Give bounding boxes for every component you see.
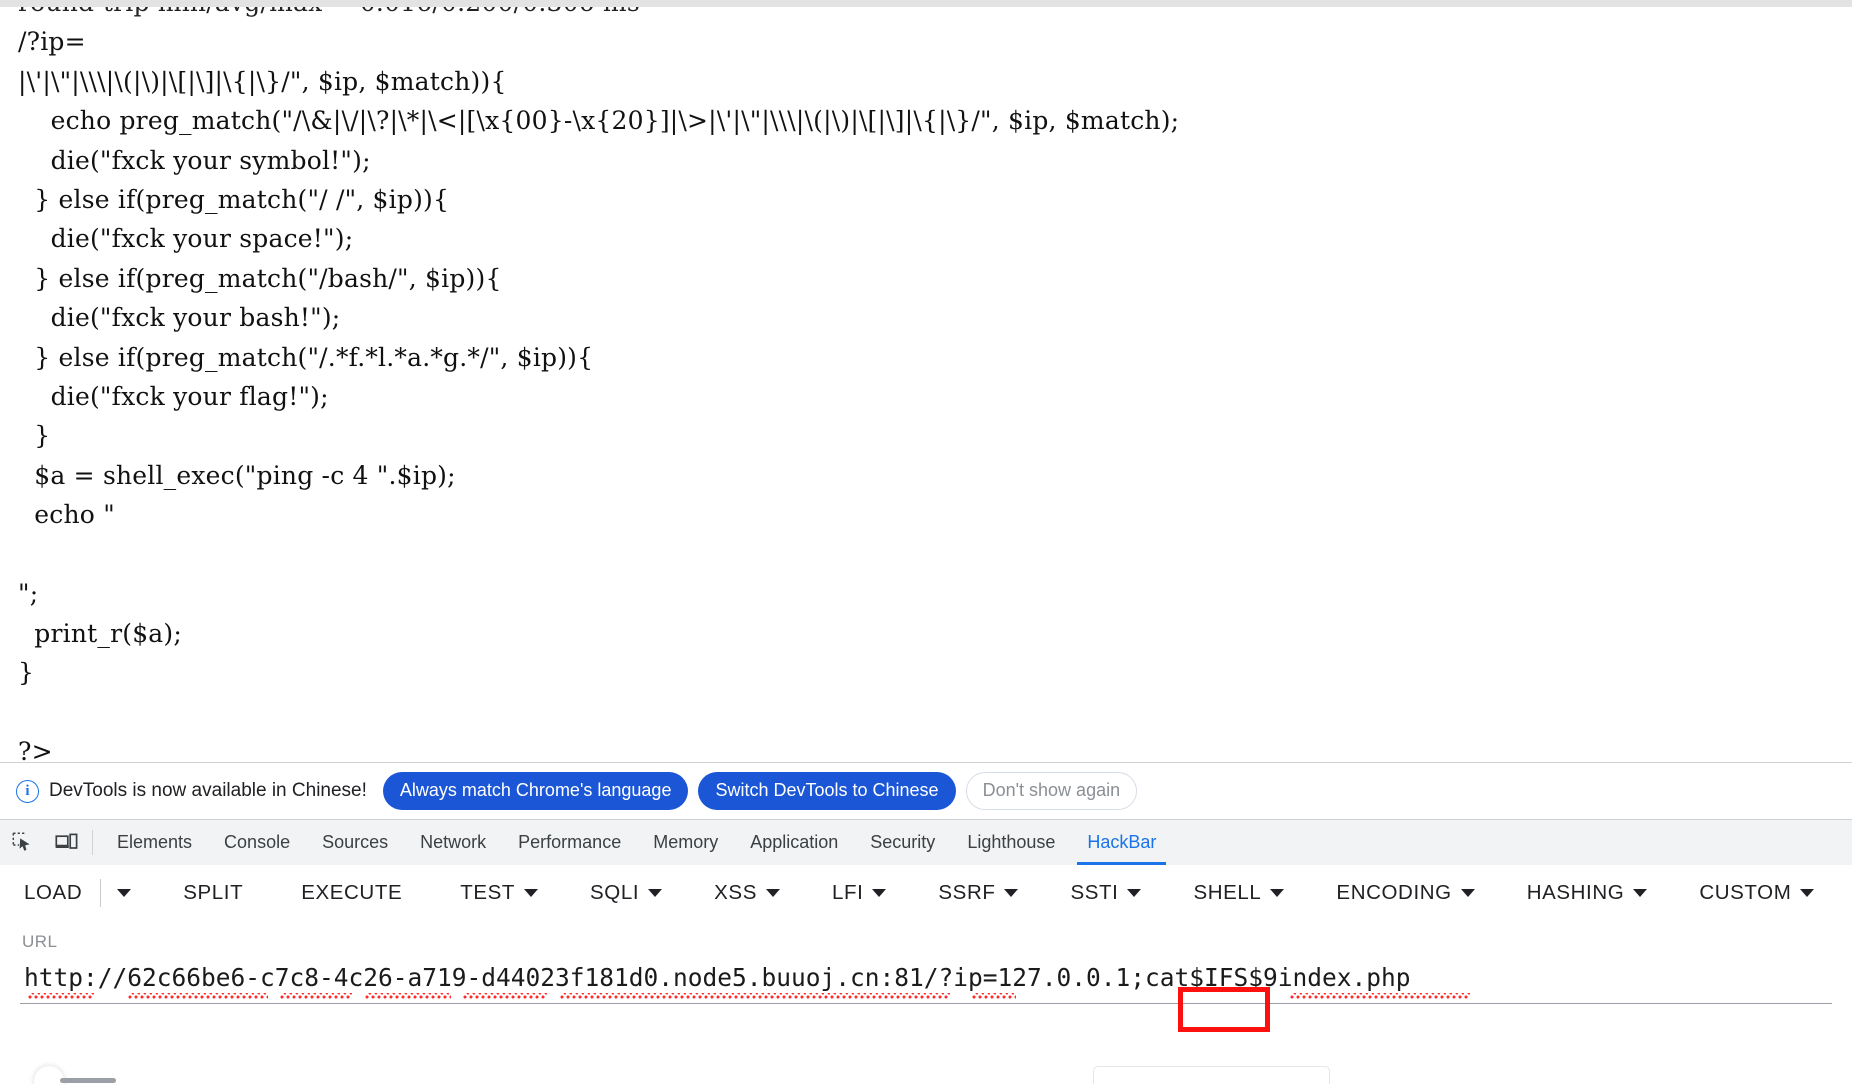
tabbar-divider (92, 830, 93, 855)
php-source-body: /?ip= |\'|\"|\\\|\(|\)|\[|\]|\{|\}/", $i… (18, 27, 1180, 762)
hackbar-xss-menu[interactable]: XSS (712, 877, 782, 909)
page-content-area: round-trip min/avg/max = 0.016/0.200/0.3… (0, 7, 1852, 762)
tab-application[interactable]: Application (734, 820, 854, 865)
tab-network[interactable]: Network (404, 820, 502, 865)
tab-lighthouse[interactable]: Lighthouse (951, 820, 1071, 865)
url-field-label: URL (22, 932, 58, 951)
always-match-chrome-language-button[interactable]: Always match Chrome's language (382, 772, 689, 810)
hackbar-shell-menu[interactable]: SHELL (1191, 877, 1286, 909)
tab-memory[interactable]: Memory (637, 820, 734, 865)
notification-message: DevTools is now available in Chinese! (49, 780, 367, 801)
hackbar-execute-button[interactable]: EXECUTE (299, 877, 404, 909)
switch-devtools-to-chinese-button[interactable]: Switch DevTools to Chinese (698, 772, 956, 810)
device-toolbar-icon[interactable] (44, 820, 88, 865)
hackbar-hashing-menu[interactable]: HASHING (1525, 877, 1650, 909)
bottom-panel-card (1093, 1066, 1330, 1084)
hackbar-sqli-label: SQLI (590, 881, 640, 904)
hackbar-lfi-menu[interactable]: LFI (830, 877, 888, 909)
hackbar-toolbar: LOAD SPLIT EXECUTE TEST SQLI XSS LFI SSR… (0, 865, 1852, 921)
chevron-down-icon (1270, 889, 1285, 897)
chevron-down-icon (1127, 889, 1142, 897)
hackbar-encoding-label: ENCODING (1336, 881, 1452, 904)
chevron-down-icon (1800, 889, 1815, 897)
chevron-down-icon (1460, 889, 1475, 897)
devtools-language-notification: i DevTools is now available in Chinese! … (0, 762, 1852, 819)
hackbar-load-divider (100, 879, 102, 907)
dont-show-again-button[interactable]: Don't show again (965, 772, 1138, 810)
info-icon: i (16, 779, 39, 803)
tab-console[interactable]: Console (208, 820, 306, 865)
url-input[interactable]: http://62c66be6-c7c8-4c26-a719-d44023f18… (20, 957, 1832, 1004)
hackbar-test-menu[interactable]: TEST (458, 877, 540, 909)
hackbar-ssti-label: SSTI (1070, 881, 1119, 904)
hackbar-load-button[interactable]: LOAD (22, 877, 84, 909)
tab-hackbar[interactable]: HackBar (1071, 820, 1172, 865)
partially-visible-bottom-controls (0, 1062, 1852, 1084)
inspect-element-icon[interactable] (0, 820, 44, 865)
hackbar-load-dropdown-button[interactable] (115, 885, 133, 901)
chevron-down-icon (524, 889, 539, 897)
chevron-down-icon (117, 889, 132, 897)
chevron-down-icon (765, 889, 780, 897)
chevron-down-icon (872, 889, 887, 897)
browser-chrome-strip (0, 0, 1852, 7)
hackbar-test-label: TEST (460, 881, 516, 904)
tab-security[interactable]: Security (854, 820, 951, 865)
toggle-switch-track[interactable] (60, 1078, 116, 1083)
hackbar-hashing-label: HASHING (1526, 881, 1625, 904)
truncated-ping-line: round-trip min/avg/max = 0.016/0.200/0.3… (18, 7, 640, 17)
hackbar-split-button[interactable]: SPLIT (181, 877, 245, 909)
chevron-down-icon (1004, 889, 1019, 897)
tab-performance[interactable]: Performance (502, 820, 637, 865)
hackbar-ssti-menu[interactable]: SSTI (1068, 877, 1143, 909)
hackbar-encoding-menu[interactable]: ENCODING (1334, 877, 1476, 909)
hackbar-sqli-menu[interactable]: SQLI (588, 877, 664, 909)
hackbar-xss-label: XSS (714, 881, 757, 904)
hackbar-custom-menu[interactable]: CUSTOM (1697, 877, 1816, 909)
hackbar-panel: LOAD SPLIT EXECUTE TEST SQLI XSS LFI SSR… (0, 865, 1852, 1084)
tab-elements[interactable]: Elements (101, 820, 208, 865)
hackbar-lfi-label: LFI (831, 881, 864, 904)
devtools-window: round-trip min/avg/max = 0.016/0.200/0.3… (0, 0, 1852, 1084)
chevron-down-icon (1633, 889, 1648, 897)
hackbar-custom-label: CUSTOM (1699, 881, 1792, 904)
url-input-value: http://62c66be6-c7c8-4c26-a719-d44023f18… (24, 963, 1411, 992)
tab-sources[interactable]: Sources (306, 820, 404, 865)
chevron-down-icon (648, 889, 663, 897)
hackbar-shell-label: SHELL (1193, 881, 1262, 904)
hackbar-ssrf-label: SSRF (938, 881, 996, 904)
devtools-tab-bar: Elements Console Sources Network Perform… (0, 819, 1852, 865)
php-source-output: round-trip min/avg/max = 0.016/0.200/0.3… (18, 7, 1179, 762)
hackbar-ssrf-menu[interactable]: SSRF (936, 877, 1020, 909)
